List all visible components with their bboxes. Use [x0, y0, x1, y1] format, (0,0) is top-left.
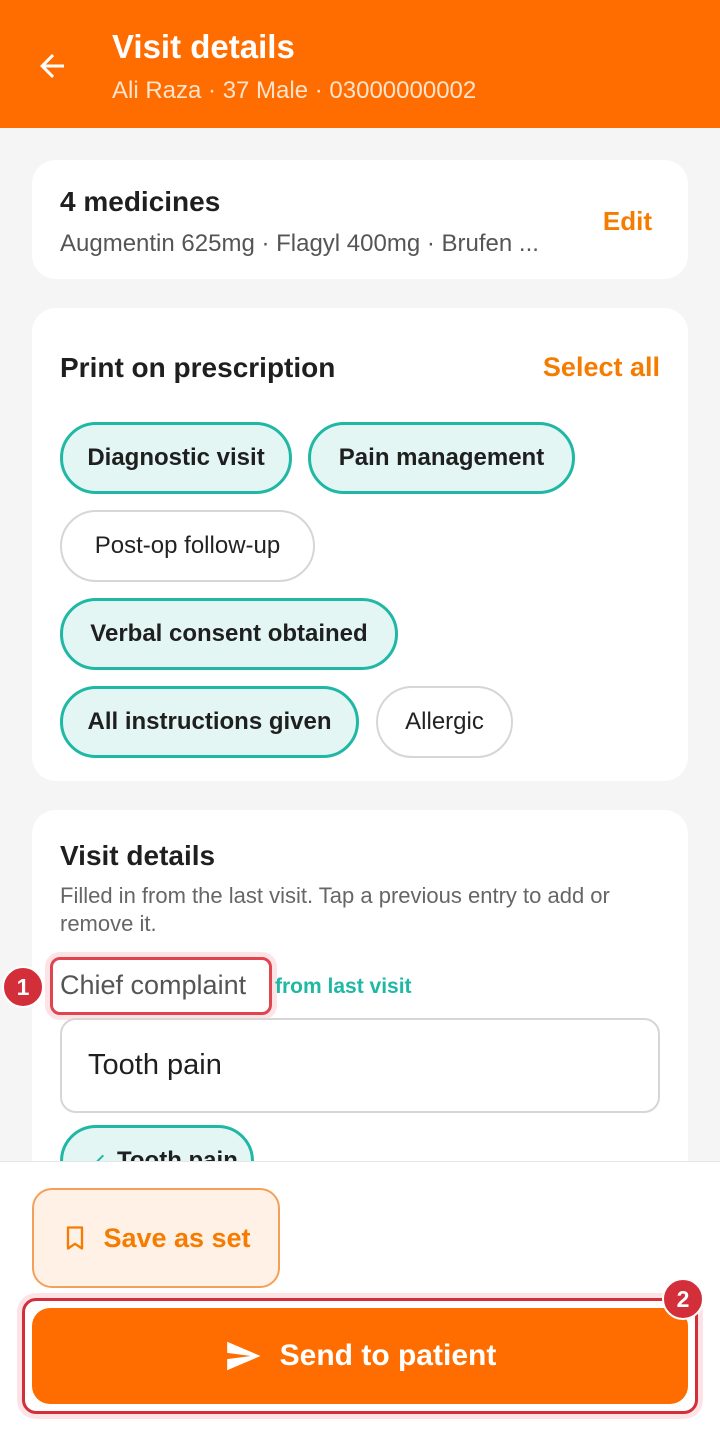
from-last-visit-tag: from last visit [275, 975, 412, 998]
save-as-set-label: Save as set [103, 1222, 251, 1253]
back-button[interactable] [24, 38, 80, 94]
chief-complaint-label: Chief complaint [60, 970, 247, 1000]
annotation-badge-2: 2 [662, 1278, 704, 1320]
visit-details-card: Visit details Filled in from the last vi… [32, 810, 688, 1210]
medicines-card[interactable]: 4 medicines Augmentin 625mg · Flagyl 400… [32, 160, 688, 279]
select-all-button[interactable]: Select all [543, 352, 660, 383]
chief-complaint-input[interactable]: Tooth pain [60, 1018, 660, 1113]
bookmark-icon [67, 1226, 84, 1250]
print-options-card: Print on prescription Select all Diagnos… [32, 308, 688, 781]
send-to-patient-button[interactable]: Send to patient [32, 1308, 688, 1404]
medicines-list: Augmentin 625mg · Flagyl 400mg · Brufen … [60, 230, 539, 257]
edit-medicines-button[interactable]: Edit [603, 206, 652, 237]
send-icon [226, 1341, 261, 1371]
arrow-left-icon [40, 54, 64, 78]
chip-all-instructions[interactable]: All instructions given [60, 686, 359, 758]
chip-post-op-follow-up[interactable]: Post-op follow-up [60, 510, 315, 582]
annotation-badge-1: 1 [2, 966, 44, 1008]
patient-info: Ali Raza · 37 Male · 03000000002 [112, 77, 477, 104]
page-title: Visit details [112, 28, 295, 65]
save-as-set-button[interactable]: Save as set [32, 1188, 280, 1288]
visit-section-title: Visit details [60, 840, 216, 871]
medicines-count: 4 medicines [60, 186, 221, 217]
chip-allergic[interactable]: Allergic [376, 686, 513, 758]
chip-verbal-consent[interactable]: Verbal consent obtained [60, 598, 398, 670]
visit-help-text: Filled in from the last visit. Tap a pre… [60, 883, 610, 936]
app-bar: Visit details Ali Raza · 37 Male · 03000… [0, 0, 720, 128]
chip-diagnostic-visit[interactable]: Diagnostic visit [60, 422, 292, 494]
chip-pain-management[interactable]: Pain management [308, 422, 575, 494]
bottom-action-bar: Save as set Send to patient [0, 1161, 720, 1435]
print-section-title: Print on prescription [60, 352, 336, 383]
send-to-patient-label: Send to patient [279, 1339, 497, 1372]
